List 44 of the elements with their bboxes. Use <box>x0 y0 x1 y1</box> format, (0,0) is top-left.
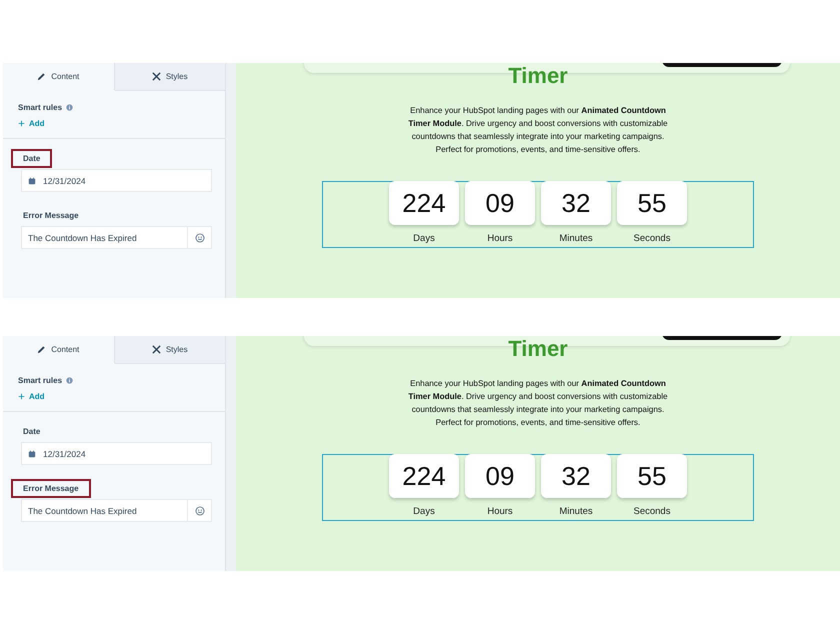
emoji-icon[interactable] <box>195 232 205 242</box>
timer-value: 224 <box>389 181 459 225</box>
timer-unit-label: Days <box>413 506 435 517</box>
pencil-icon <box>37 345 46 354</box>
calendar-icon <box>28 450 36 458</box>
emoji-icon[interactable] <box>195 506 205 516</box>
plus-icon <box>18 120 25 127</box>
section-label: Smart rules <box>18 376 62 385</box>
timer-value: 09 <box>465 454 535 498</box>
field-label: Date <box>22 426 42 438</box>
page-title: Timer <box>508 65 568 87</box>
description-text: Enhance your HubSpot landing pages with our Animated Countdown Timer Module. Drive urgency and boost conversions with customizable countdowns that seamlessly integrate into your marketing campaigns. Perfect for promotions, events, and time-sensitive offers. <box>407 105 669 156</box>
timer-value: 09 <box>465 181 535 225</box>
timer-value: 32 <box>541 181 611 225</box>
timer-value: 55 <box>617 181 687 225</box>
input-field[interactable]: The Countdown Has Expired <box>21 499 212 522</box>
timer-unit-label: Seconds <box>634 233 670 244</box>
timer-unit-label: Minutes <box>559 233 593 244</box>
timer-value: 32 <box>541 454 611 498</box>
timer-unit-label: Minutes <box>559 506 593 517</box>
section-label: Smart rules <box>18 103 62 112</box>
field-label: Error Message <box>11 479 91 498</box>
timer-unit-label: Hours <box>487 506 513 517</box>
cross-icon <box>152 345 161 354</box>
info-icon <box>66 104 74 111</box>
input-field[interactable]: The Countdown Has Expired <box>21 226 212 249</box>
tab[interactable]: Styles <box>114 63 225 91</box>
input-field[interactable]: 12/31/2024 <box>21 169 212 192</box>
cross-icon <box>152 72 161 81</box>
description-text: Enhance your HubSpot landing pages with our Animated Countdown Timer Module. Drive urgency and boost conversions with customizable countdowns that seamlessly integrate into your marketing campaigns. Perfect for promotions, events, and time-sensitive offers. <box>407 378 669 429</box>
pencil-icon <box>37 72 46 81</box>
field-label: Date <box>11 149 52 168</box>
timer-value: 224 <box>389 454 459 498</box>
plus-icon <box>18 393 25 400</box>
page-title: Timer <box>508 338 568 360</box>
input-field[interactable]: 12/31/2024 <box>21 442 212 465</box>
timer-unit-label: Hours <box>487 233 513 244</box>
timer-unit-label: Days <box>413 233 435 244</box>
timer-unit-label: Seconds <box>634 506 670 517</box>
timer-value: 55 <box>617 454 687 498</box>
info-icon <box>66 377 74 384</box>
field-label: Error Message <box>22 210 80 222</box>
calendar-icon <box>28 176 36 184</box>
tab[interactable]: Styles <box>114 336 225 364</box>
